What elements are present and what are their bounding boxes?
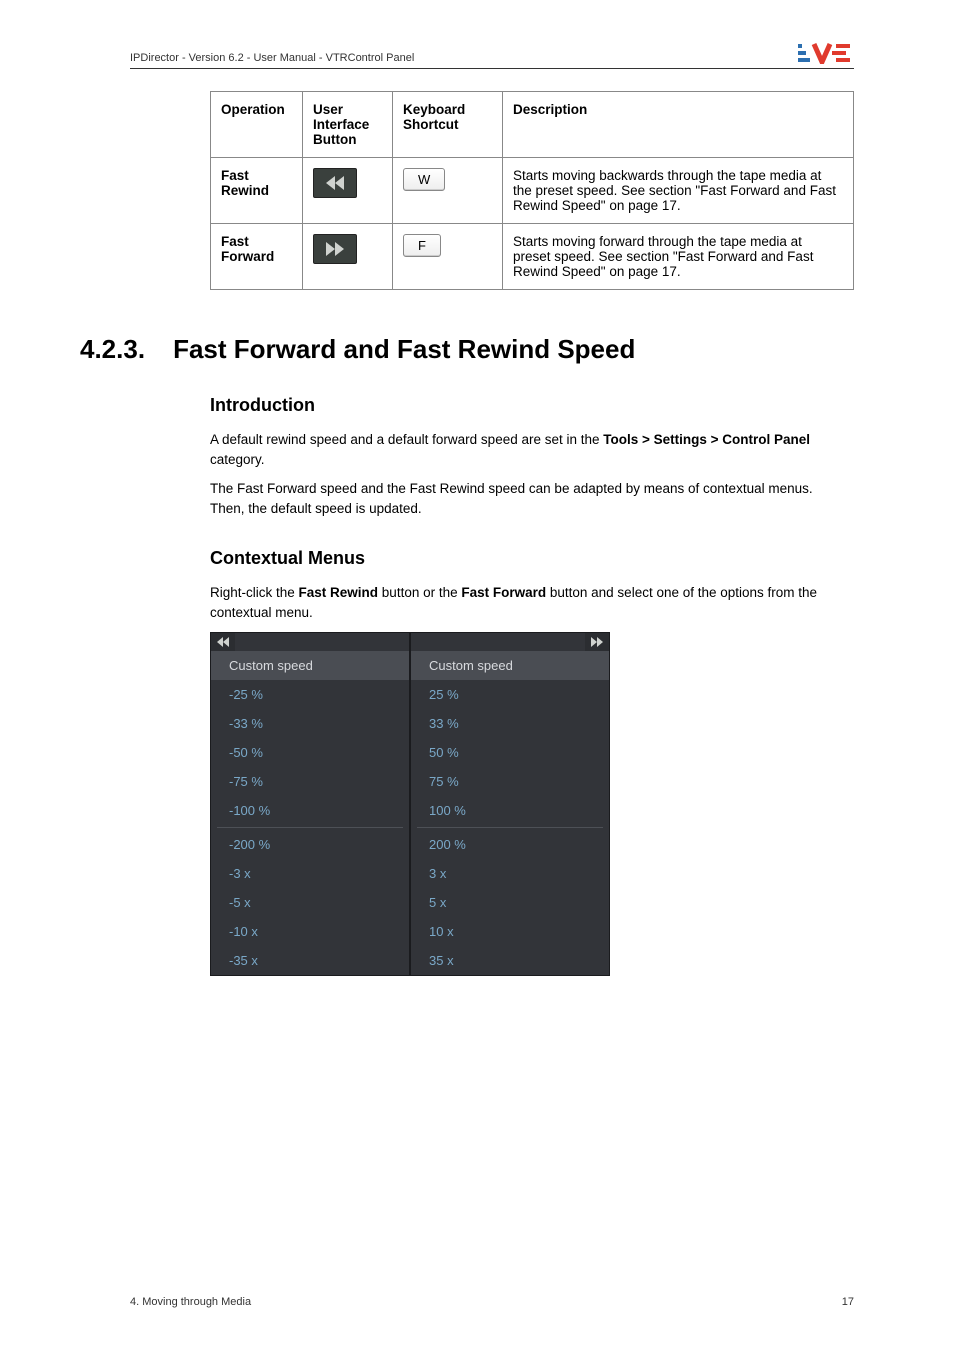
doc-title: IPDirector - Version 6.2 - User Manual -… <box>130 52 414 64</box>
intro-paragraph-2: The Fast Forward speed and the Fast Rewi… <box>210 479 850 518</box>
menu-item[interactable]: 3 x <box>411 859 609 888</box>
bold-text: Fast Forward <box>461 585 546 600</box>
menu-item[interactable]: 10 x <box>411 917 609 946</box>
section-title: Fast Forward and Fast Rewind Speed <box>173 334 635 365</box>
cell-shortcut: W <box>393 158 503 224</box>
menu-item[interactable]: -100 % <box>211 796 409 825</box>
menu-item[interactable]: -33 % <box>211 709 409 738</box>
cell-operation: Fast Rewind <box>211 158 303 224</box>
table-row: Fast Forward F Starts moving forward thr… <box>211 224 854 290</box>
text: A default rewind speed and a default for… <box>210 432 603 447</box>
operations-table: Operation User Interface Button Keyboard… <box>210 91 854 290</box>
footer-page-number: 17 <box>842 1296 854 1308</box>
th-operation: Operation <box>211 92 303 158</box>
fast-forward-icon <box>585 633 609 651</box>
key-f: F <box>403 234 441 257</box>
menu-item[interactable]: 200 % <box>411 830 609 859</box>
menu-item-custom-speed[interactable]: Custom speed <box>211 651 409 680</box>
menu-item[interactable]: 50 % <box>411 738 609 767</box>
menu-item[interactable]: -75 % <box>211 767 409 796</box>
key-w: W <box>403 168 445 191</box>
evs-logo <box>798 42 854 64</box>
menu-item[interactable]: 5 x <box>411 888 609 917</box>
table-row: Fast Rewind W Starts moving backwards th… <box>211 158 854 224</box>
text: Right-click the <box>210 585 299 600</box>
contextual-heading: Contextual Menus <box>210 548 850 569</box>
menu-item[interactable]: -35 x <box>211 946 409 975</box>
menu-item[interactable]: -200 % <box>211 830 409 859</box>
menu-item[interactable]: -3 x <box>211 859 409 888</box>
menu-item[interactable]: 75 % <box>411 767 609 796</box>
fast-rewind-button[interactable] <box>313 168 357 198</box>
cell-ui-button <box>303 158 393 224</box>
bold-text: Tools > Settings > Control Panel <box>603 432 810 447</box>
bold-text: Fast Rewind <box>299 585 379 600</box>
fast-rewind-icon <box>325 176 345 190</box>
menu-item[interactable]: 35 x <box>411 946 609 975</box>
menu-item[interactable]: -25 % <box>211 680 409 709</box>
intro-heading: Introduction <box>210 395 850 416</box>
menu-header <box>411 633 609 651</box>
forward-context-menu: Custom speed 25 %33 %50 %75 %100 %200 %3… <box>410 632 610 976</box>
th-description: Description <box>503 92 854 158</box>
cell-description: Starts moving forward through the tape m… <box>503 224 854 290</box>
menu-separator <box>417 827 603 828</box>
menu-item[interactable]: 33 % <box>411 709 609 738</box>
context-menus-illustration: Custom speed -25 %-33 %-50 %-75 %-100 % -… <box>210 632 850 976</box>
text: button or the <box>378 585 461 600</box>
section-number: 4.2.3. <box>80 334 145 365</box>
menu-item-custom-speed[interactable]: Custom speed <box>411 651 609 680</box>
fast-forward-icon <box>325 242 345 256</box>
th-ui-button: User Interface Button <box>303 92 393 158</box>
cell-description: Starts moving backwards through the tape… <box>503 158 854 224</box>
text: category. <box>210 452 265 467</box>
menu-item[interactable]: 100 % <box>411 796 609 825</box>
menu-header <box>211 633 409 651</box>
rewind-context-menu: Custom speed -25 %-33 %-50 %-75 %-100 % -… <box>210 632 410 976</box>
menu-item[interactable]: -50 % <box>211 738 409 767</box>
menu-item[interactable]: -5 x <box>211 888 409 917</box>
cell-operation: Fast Forward <box>211 224 303 290</box>
cell-shortcut: F <box>393 224 503 290</box>
intro-paragraph-1: A default rewind speed and a default for… <box>210 430 850 469</box>
fast-rewind-icon <box>211 633 235 651</box>
page-header: IPDirector - Version 6.2 - User Manual -… <box>130 42 854 69</box>
th-shortcut: Keyboard Shortcut <box>393 92 503 158</box>
contextual-paragraph: Right-click the Fast Rewind button or th… <box>210 583 850 622</box>
menu-item[interactable]: 25 % <box>411 680 609 709</box>
cell-ui-button <box>303 224 393 290</box>
fast-forward-button[interactable] <box>313 234 357 264</box>
menu-item[interactable]: -10 x <box>211 917 409 946</box>
footer-left: 4. Moving through Media <box>130 1296 251 1308</box>
menu-separator <box>217 827 403 828</box>
